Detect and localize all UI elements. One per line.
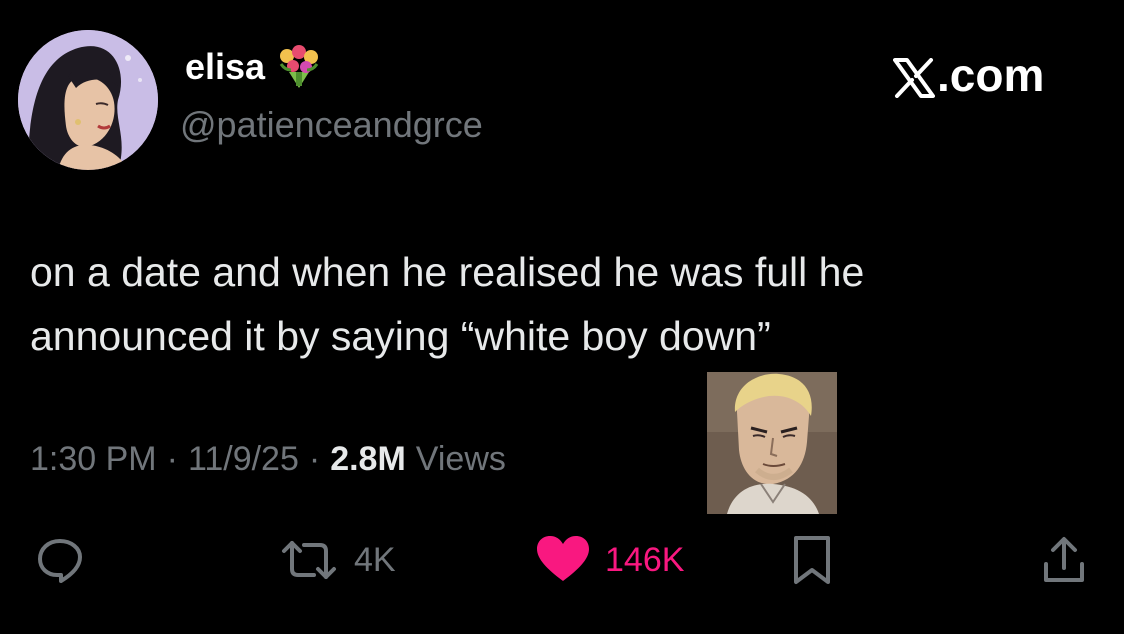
heart-icon (535, 535, 591, 585)
bookmark-button[interactable] (792, 532, 832, 588)
meta-separator: · (166, 440, 178, 478)
views-label: Views (415, 440, 506, 478)
flower-bouquet-icon (275, 44, 323, 90)
repost-icon (278, 535, 340, 585)
x-logo-icon (893, 55, 935, 98)
brand-label: .com (937, 49, 1045, 101)
bookmark-icon (792, 534, 832, 586)
tweet-text: on a date and when he realised he was fu… (30, 240, 1090, 368)
repost-button[interactable]: 4K (278, 532, 396, 588)
like-button[interactable]: 146K (535, 532, 684, 588)
avatar[interactable] (18, 30, 158, 170)
user-handle[interactable]: @patienceandgrce (180, 104, 483, 146)
meta-separator: · (308, 440, 321, 478)
display-name[interactable]: elisa (185, 44, 323, 90)
tweet-time[interactable]: 1:30 PM (30, 440, 157, 479)
tweet-line: announced it by saying “white boy down” (30, 313, 771, 359)
anime-character-portrait-icon (707, 372, 837, 514)
attached-image[interactable] (707, 372, 837, 514)
like-count: 146K (605, 540, 685, 579)
views-count: 2.8M (330, 440, 406, 478)
tweet-line: on a date and when he realised he was fu… (30, 249, 865, 295)
reply-button[interactable] (35, 532, 85, 588)
avatar-portrait-icon (18, 30, 158, 170)
display-name-text: elisa (185, 46, 266, 87)
share-button[interactable] (1040, 532, 1088, 588)
share-icon (1040, 534, 1088, 586)
tweet-meta: 1:30 PM · 11/9/25 · 2.8M Views (30, 440, 506, 479)
brand: .com (893, 48, 1044, 102)
reply-bubble-icon (35, 535, 85, 585)
repost-count: 4K (354, 540, 396, 579)
tweet-date[interactable]: 11/9/25 (188, 440, 299, 479)
